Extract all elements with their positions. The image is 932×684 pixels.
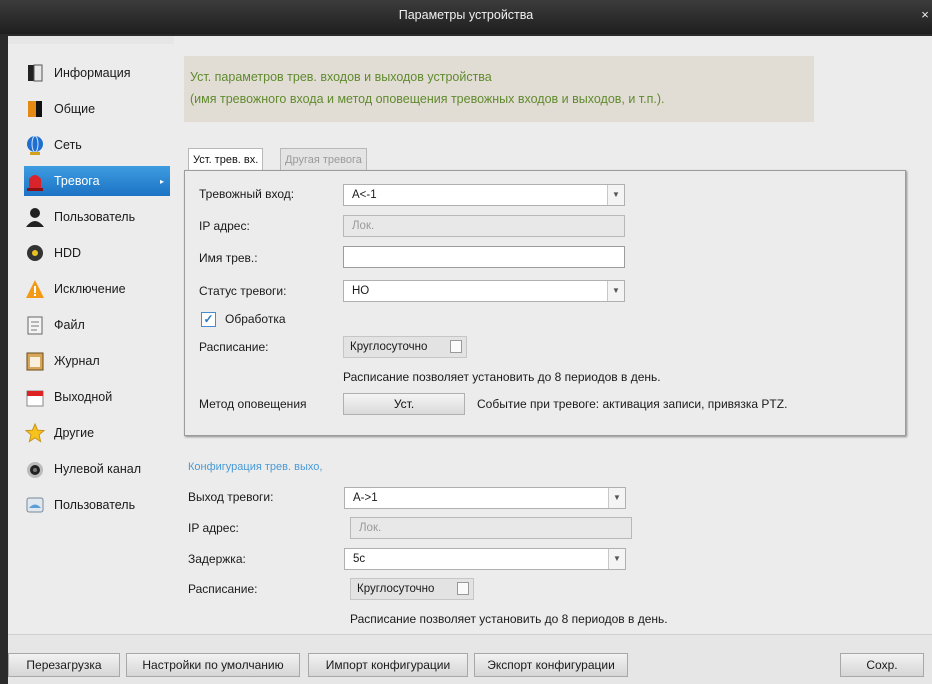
alarm-output-select[interactable]: A->1 ▼ [344,487,626,509]
sidebar-item-zero-channel[interactable]: Нулевой канал [24,454,170,484]
user-disk-icon [24,494,46,516]
tab-alarm-input[interactable]: Уст. трев. вх. [188,148,264,171]
chevron-down-icon: ▼ [607,185,624,205]
network-globe-icon [24,134,46,156]
notify-method-note: Событие при тревоге: активация записи, п… [477,397,788,411]
close-icon[interactable]: × [918,0,932,30]
schedule-note: Расписание позволяет установить до 8 пер… [343,370,661,384]
output-ip-value: Лок. [359,522,382,534]
output-ip-label: IP адрес: [188,521,239,535]
sidebar-item-label: Пользователь [54,498,136,512]
holiday-calendar-icon [24,386,46,408]
schedule-label: Расписание: [199,340,269,354]
alarm-output-section-title: Конфигурация трев. выхо, [188,461,323,473]
alarm-input-select[interactable]: A<-1 ▼ [343,184,625,206]
hdd-icon [24,242,46,264]
sidebar-item-holiday[interactable]: Выходной [24,382,170,412]
alarm-name-input[interactable] [343,246,625,268]
ip-address-field: Лок. [343,215,625,237]
sidebar-item-file[interactable]: Файл [24,310,170,340]
schedule-select[interactable]: Круглосуточно [343,336,467,358]
general-book-icon [24,98,46,120]
sidebar-item-label: Нулевой канал [54,462,141,476]
alarm-status-value: НО [352,285,370,297]
alarm-output-label: Выход тревоги: [188,490,274,504]
notify-method-button[interactable]: Уст. [343,393,465,415]
output-schedule-value: Круглосуточно [357,583,435,595]
sidebar: Информация Общие Сеть Тревога ▸ Пользова… [8,44,175,634]
output-schedule-label: Расписание: [188,582,258,596]
chevron-down-icon: ▼ [608,488,625,508]
sidebar-item-label: Информация [54,66,131,80]
sidebar-item-other[interactable]: Другие [24,418,170,448]
window-title: Параметры устройства [398,8,534,22]
output-schedule-select[interactable]: Круглосуточно [350,578,474,600]
delay-value: 5с [353,553,366,565]
reboot-button[interactable]: Перезагрузка [8,653,120,677]
sidebar-item-label: Исключение [54,282,126,296]
ip-address-value: Лок. [352,220,375,232]
delay-label: Задержка: [188,552,246,566]
main-content: Уст. параметров трев. входов и выходов у… [174,36,932,634]
sidebar-item-log[interactable]: Журнал [24,346,170,376]
star-icon [24,422,46,444]
save-button[interactable]: Сохр. [840,653,924,677]
user-icon [24,206,46,228]
sidebar-item-user-disk[interactable]: Пользователь [24,490,170,520]
delay-select[interactable]: 5с ▼ [344,548,626,570]
sidebar-item-alarm[interactable]: Тревога ▸ [24,166,170,196]
warning-icon [24,278,46,300]
info-book-icon [24,62,46,84]
sidebar-item-general[interactable]: Общие [24,94,170,124]
import-config-button[interactable]: Импорт конфигурации [308,653,468,677]
info-line-2: (имя тревожного входа и метод оповещения… [190,92,665,106]
handling-label: Обработка [225,312,286,326]
alarm-status-select[interactable]: НО ▼ [343,280,625,302]
sidebar-item-label: Журнал [54,354,100,368]
footer-bar: Перезагрузка Настройки по умолчанию Импо… [8,634,932,684]
alarm-siren-icon [24,170,46,192]
chevron-down-icon: ▼ [608,549,625,569]
ip-address-label: IP адрес: [199,219,250,233]
calendar-icon[interactable] [457,582,469,595]
sidebar-item-label: Пользователь [54,210,136,224]
sidebar-item-hdd[interactable]: HDD [24,238,170,268]
sidebar-item-exception[interactable]: Исключение [24,274,170,304]
export-config-button[interactable]: Экспорт конфигурации [474,653,628,677]
sidebar-item-label: Файл [54,318,85,332]
alarm-input-value: A<-1 [352,189,377,201]
notify-method-label: Метод оповещения [199,397,307,411]
info-line-1: Уст. параметров трев. входов и выходов у… [190,70,492,84]
sidebar-item-label: Другие [54,426,95,440]
alarm-input-group: Тревожный вход: A<-1 ▼ IP адрес: Лок. Им… [184,170,906,436]
sidebar-item-label: Общие [54,102,96,116]
sidebar-item-label: Выходной [54,390,113,404]
output-schedule-note: Расписание позволяет установить до 8 пер… [350,612,668,626]
alarm-input-label: Тревожный вход: [199,187,295,201]
sidebar-item-info[interactable]: Информация [24,58,170,88]
info-banner: Уст. параметров трев. входов и выходов у… [184,56,814,122]
sidebar-item-network[interactable]: Сеть [24,130,170,160]
sidebar-item-label: HDD [54,246,82,260]
tab-other-alarm[interactable]: Другая тревога [280,148,367,171]
schedule-value: Круглосуточно [350,341,428,353]
calendar-icon[interactable] [450,340,462,353]
alarm-output-value: A->1 [353,492,378,504]
restore-defaults-button[interactable]: Настройки по умолчанию [126,653,300,677]
sidebar-item-label: Сеть [54,138,82,152]
sidebar-item-user[interactable]: Пользователь [24,202,170,232]
output-ip-field: Лок. [350,517,632,539]
chevron-down-icon: ▼ [607,281,624,301]
chevron-right-icon: ▸ [159,176,164,186]
alarm-name-label: Имя трев.: [199,251,258,265]
camera-icon [24,458,46,480]
sidebar-item-label: Тревога [54,174,100,188]
window-titlebar: Параметры устройства × [0,0,932,34]
handling-checkbox[interactable]: ✓ [201,312,216,327]
alarm-status-label: Статус тревоги: [199,284,287,298]
device-settings-window: Информация Общие Сеть Тревога ▸ Пользова… [8,36,932,684]
log-calendar-icon [24,350,46,372]
file-icon [24,314,46,336]
